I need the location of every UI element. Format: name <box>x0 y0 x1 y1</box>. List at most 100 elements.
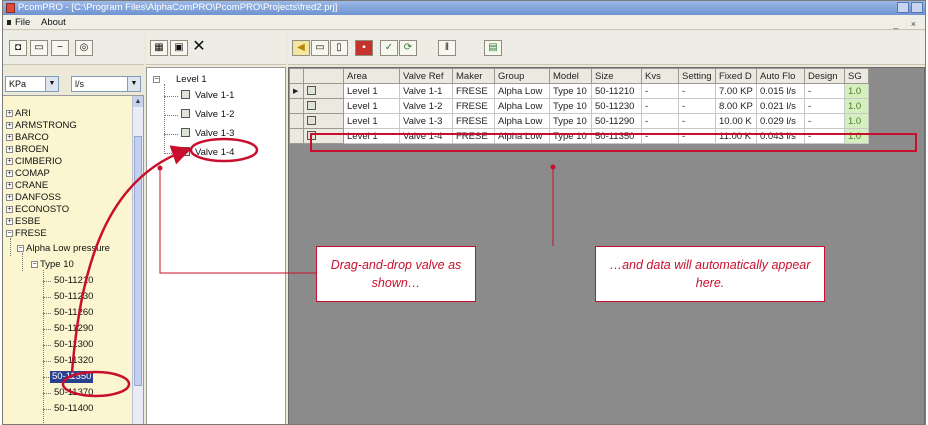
code-item[interactable]: 50-11290 <box>54 323 93 335</box>
tree-item-ari[interactable]: + ARI <box>6 108 31 120</box>
save-button[interactable]: ▪ <box>355 40 373 56</box>
table-row-new[interactable]: Level 1 Valve 1-4 FRESE Alpha Low Type 1… <box>289 128 869 144</box>
chevron-down-icon[interactable]: ▼ <box>45 77 58 91</box>
tree-scrollbar[interactable]: ▲ <box>132 96 143 424</box>
tree-item-valve[interactable]: Valve 1-1 <box>181 90 234 102</box>
code-item[interactable]: 50-11370 <box>54 387 93 399</box>
scroll-thumb[interactable] <box>134 136 142 386</box>
grid-view-button[interactable]: ▦ <box>150 40 168 56</box>
table-cell[interactable]: - <box>804 128 845 144</box>
table-cell[interactable]: FRESE <box>452 83 495 99</box>
table-cell[interactable]: FRESE <box>452 98 495 114</box>
tree-item-frese[interactable]: − FRESE <box>6 228 47 240</box>
tree-item-crane[interactable]: + CRANE <box>6 180 48 192</box>
row-select-cell[interactable] <box>303 113 344 129</box>
table-row[interactable]: Level 1 Valve 1-3 FRESE Alpha Low Type 1… <box>289 113 869 129</box>
expand-icon[interactable]: + <box>6 146 13 153</box>
table-cell[interactable]: Level 1 <box>343 128 400 144</box>
size-tool-button[interactable]: ▭ <box>30 40 48 56</box>
table-cell[interactable]: Level 1 <box>343 98 400 114</box>
row-select-cell[interactable] <box>303 83 344 99</box>
table-row[interactable]: ▶ Level 1 Valve 1-1 FRESE Alpha Low Type… <box>289 83 869 99</box>
table-cell-sg[interactable]: 1.0 <box>844 113 869 129</box>
column-header[interactable]: Valve Ref <box>399 68 453 84</box>
column-header[interactable]: Area <box>343 68 400 84</box>
expand-icon[interactable]: + <box>6 170 13 177</box>
column-header[interactable]: Kvs <box>641 68 679 84</box>
table-cell[interactable]: Alpha Low <box>494 98 550 114</box>
table-cell[interactable]: - <box>641 113 679 129</box>
menu-file[interactable]: File <box>15 15 30 30</box>
table-cell[interactable]: FRESE <box>452 113 495 129</box>
table-cell[interactable]: Level 1 <box>343 113 400 129</box>
table-cell[interactable]: - <box>678 128 716 144</box>
table-cell[interactable]: Type 10 <box>549 98 592 114</box>
column-header[interactable]: Fixed D <box>715 68 757 84</box>
refresh-button[interactable]: ⟳ <box>399 40 417 56</box>
expand-icon[interactable]: + <box>6 158 13 165</box>
table-cell[interactable]: Type 10 <box>549 83 592 99</box>
disc-tool-button[interactable]: ◎ <box>75 40 93 56</box>
table-cell[interactable]: Alpha Low <box>494 128 550 144</box>
table-cell[interactable]: Valve 1-2 <box>399 98 453 114</box>
tree-item-comap[interactable]: + COMAP <box>6 168 50 180</box>
new-page-button[interactable]: ▯ <box>330 40 348 56</box>
tree-item-broen[interactable]: + BROEN <box>6 144 49 156</box>
table-cell[interactable]: 0.015 l/s <box>756 83 805 99</box>
column-header[interactable]: Group <box>494 68 550 84</box>
collapse-icon[interactable]: − <box>6 230 13 237</box>
table-cell[interactable]: - <box>678 113 716 129</box>
column-header[interactable]: Setting <box>678 68 716 84</box>
collapse-icon[interactable]: − <box>153 76 160 83</box>
tree-item-barco[interactable]: + BARCO <box>6 132 49 144</box>
table-cell[interactable]: 0.029 l/s <box>756 113 805 129</box>
table-cell-sg[interactable]: 1.0 <box>844 83 869 99</box>
manufacturer-tree[interactable]: + ARI + ARMSTRONG + BARCO + BROEN + CIMBERIO … <box>3 95 144 424</box>
table-cell[interactable]: - <box>678 98 716 114</box>
row-select-cell[interactable] <box>303 98 344 114</box>
table-cell[interactable]: Valve 1-4 <box>399 128 453 144</box>
table-row[interactable]: Level 1 Valve 1-2 FRESE Alpha Low Type 1… <box>289 98 869 114</box>
table-cell[interactable]: - <box>641 83 679 99</box>
expand-icon[interactable]: + <box>6 194 13 201</box>
tree-item-group[interactable]: − Alpha Low pressure <box>17 243 110 255</box>
table-cell[interactable]: 0.043 l/s <box>756 128 805 144</box>
code-item[interactable]: 50-11320 <box>54 355 93 367</box>
expand-icon[interactable]: + <box>6 218 13 225</box>
code-item[interactable]: 50-11300 <box>54 339 93 351</box>
table-cell[interactable]: 11.00 K <box>715 128 757 144</box>
tree-item-danfoss[interactable]: + DANFOSS <box>6 192 61 204</box>
table-cell[interactable]: 50-11290 <box>591 113 642 129</box>
column-header[interactable]: Model <box>549 68 592 84</box>
table-cell[interactable]: 50-11230 <box>591 98 642 114</box>
tree-item-esbe[interactable]: + ESBE <box>6 216 40 228</box>
tree-item-econosto[interactable]: + ECONOSTO <box>6 204 69 216</box>
table-cell[interactable]: - <box>641 98 679 114</box>
expand-icon[interactable]: + <box>6 122 13 129</box>
table-cell[interactable]: Alpha Low <box>494 113 550 129</box>
table-cell[interactable]: 8.00 KP <box>715 98 757 114</box>
minimize-button[interactable] <box>897 2 909 13</box>
column-header[interactable]: Auto Flo <box>756 68 805 84</box>
table-cell[interactable]: 10.00 K <box>715 113 757 129</box>
code-item[interactable]: 50-11210 <box>54 275 93 287</box>
code-item-selected[interactable]: 50-11350 <box>50 371 94 383</box>
column-header[interactable]: SG <box>844 68 869 84</box>
menu-about[interactable]: About <box>41 15 66 30</box>
restore-button[interactable] <box>911 2 923 13</box>
table-cell[interactable]: - <box>641 128 679 144</box>
expand-icon[interactable]: + <box>6 206 13 213</box>
table-cell[interactable]: Type 10 <box>549 128 592 144</box>
table-cell[interactable]: Valve 1-1 <box>399 83 453 99</box>
flow-unit-select[interactable]: l/s ▼ <box>71 76 141 92</box>
blank-button[interactable]: ▭ <box>311 40 329 56</box>
table-cell[interactable]: Level 1 <box>343 83 400 99</box>
report-button[interactable]: ▤ <box>484 40 502 56</box>
tree-item-valve-dropped[interactable]: Valve 1-4 <box>181 147 234 159</box>
collapse-tool-button[interactable]: ◘ <box>9 40 27 56</box>
column-header[interactable]: Maker <box>452 68 495 84</box>
back-button[interactable]: ◀ <box>292 40 310 56</box>
tree-item-cimberio[interactable]: + CIMBERIO <box>6 156 62 168</box>
expand-icon[interactable]: + <box>6 110 13 117</box>
code-item[interactable]: 50-11400 <box>54 403 93 415</box>
